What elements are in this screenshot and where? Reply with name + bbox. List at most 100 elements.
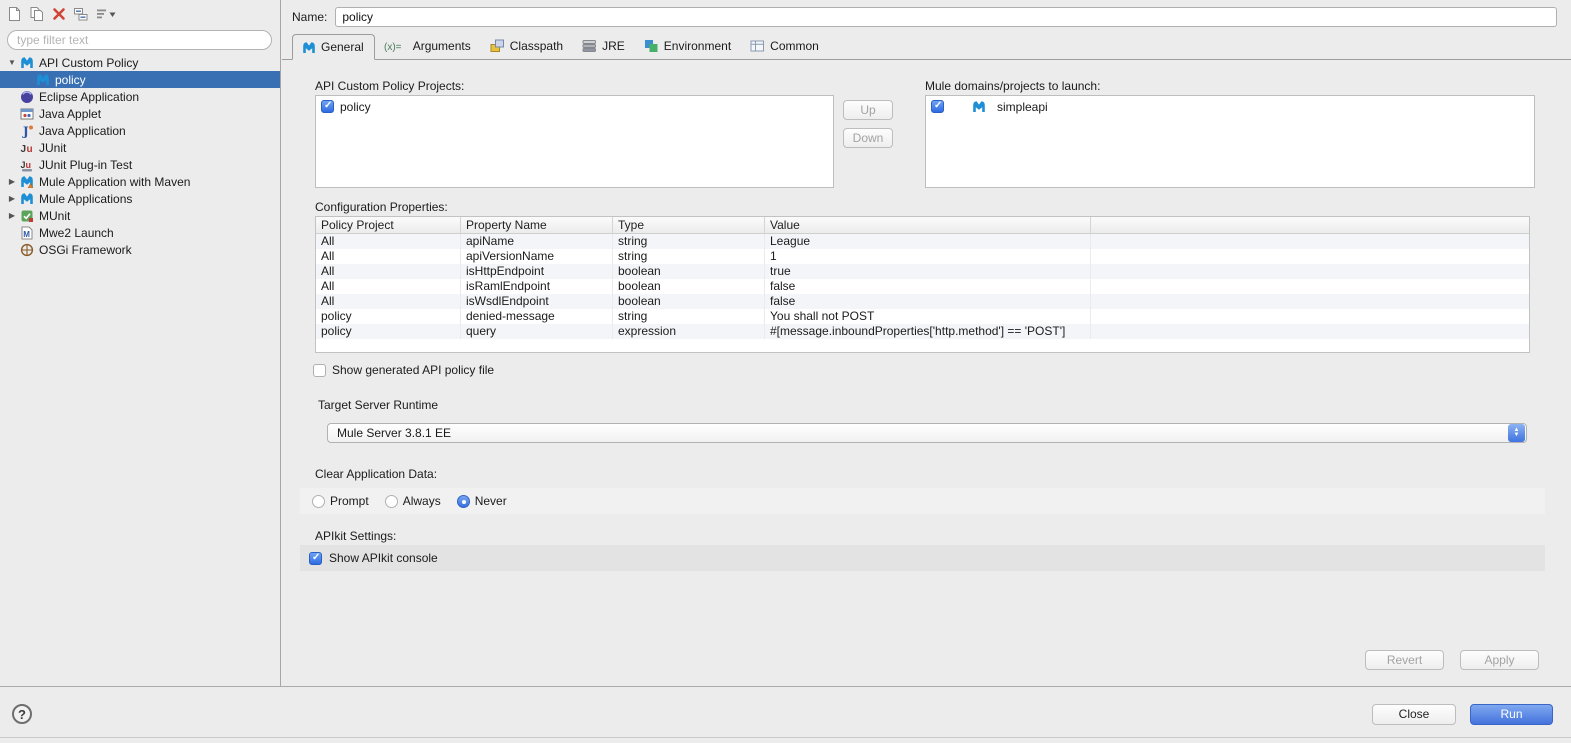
mule-domains-list: simpleapi	[925, 95, 1535, 188]
new-config-icon[interactable]	[7, 6, 22, 22]
table-cell: expression	[613, 324, 765, 339]
munit-icon	[18, 208, 35, 223]
table-cell: denied-message	[461, 309, 613, 324]
duplicate-icon[interactable]	[29, 6, 45, 22]
mule-icon	[18, 191, 35, 206]
disclosure-triangle[interactable]: ▶	[6, 194, 18, 203]
tab-label: JRE	[602, 39, 625, 53]
disclosure-triangle[interactable]: ▼	[6, 58, 18, 67]
table-cell: string	[613, 249, 765, 264]
table-cell: You shall not POST	[765, 309, 1091, 324]
tree-item-junit-plug-in-test[interactable]: Ju JUnit Plug-in Test	[0, 156, 280, 173]
column-header-policy-project[interactable]: Policy Project	[316, 217, 461, 233]
tab-classpath[interactable]: Classpath	[481, 33, 573, 59]
run-configurations-window: ▼ API Custom Policy policy Eclipse Applicat…	[0, 0, 1571, 743]
tree-item-osgi-framework[interactable]: OSGi Framework	[0, 241, 280, 258]
help-button[interactable]: ?	[12, 704, 32, 724]
filter-input[interactable]	[7, 30, 272, 50]
table-cell: #[message.inboundProperties['http.method…	[765, 324, 1091, 339]
tree-item-munit[interactable]: ▶ MUnit	[0, 207, 280, 224]
table-cell: apiVersionName	[461, 249, 613, 264]
apply-button[interactable]: Apply	[1460, 650, 1539, 670]
up-button[interactable]: Up	[843, 100, 893, 120]
apikit-console-checkbox[interactable]	[309, 551, 322, 565]
tree-item-java-application[interactable]: J Java Application	[0, 122, 280, 139]
tree-item-label: Mule Application with Maven	[39, 174, 191, 189]
radio-always[interactable]: Always	[384, 494, 441, 508]
tree-item-java-applet[interactable]: Java Applet	[0, 105, 280, 122]
table-row[interactable]: policy denied-message string You shall not …	[316, 309, 1529, 324]
tree-item-label: policy	[55, 72, 86, 87]
table-cell: false	[765, 279, 1091, 294]
clear-application-data-label: Clear Application Data:	[315, 467, 438, 481]
radio-prompt[interactable]: Prompt	[312, 494, 369, 508]
project-checkbox[interactable]	[321, 100, 334, 113]
osgi-icon	[18, 242, 35, 257]
footer-divider	[0, 686, 1571, 687]
tree-item-api-custom-policy[interactable]: ▼ API Custom Policy	[0, 54, 280, 71]
svg-text:M: M	[23, 230, 30, 239]
tree-item-junit[interactable]: Ju JUnit	[0, 139, 280, 156]
tree-item-label: OSGi Framework	[39, 242, 132, 257]
eclipse-icon	[18, 89, 35, 104]
column-header-type[interactable]: Type	[613, 217, 765, 233]
run-button[interactable]: Run	[1470, 704, 1553, 725]
radio-circle[interactable]	[384, 494, 398, 508]
radio-circle[interactable]	[456, 494, 470, 508]
tab-label: General	[321, 40, 364, 54]
tab-label: Classpath	[509, 39, 564, 53]
tree-item-mwe2-launch[interactable]: M Mwe2 Launch	[0, 224, 280, 241]
arguments-icon: (x)=	[384, 40, 408, 52]
tree-item-label: JUnit	[39, 140, 67, 155]
tab-label: Arguments	[412, 39, 471, 53]
domain-label: simpleapi	[997, 99, 1048, 114]
dropdown-stepper-icon: ▲ ▼	[1508, 424, 1525, 442]
close-button[interactable]: Close	[1372, 704, 1456, 725]
radio-never[interactable]: Never	[456, 494, 507, 508]
tree-item-mule-applications[interactable]: ▶ Mule Applications	[0, 190, 280, 207]
table-row[interactable]: All isHttpEndpoint boolean true	[316, 264, 1529, 279]
domain-item-simpleapi[interactable]: simpleapi	[926, 96, 1534, 117]
filter-menu-icon[interactable]	[96, 7, 118, 21]
table-row[interactable]: policy query expression #[message.inboundPr…	[316, 324, 1529, 339]
show-generated-policy-checkbox-row[interactable]: Show generated API policy file	[313, 363, 494, 377]
show-generated-checkbox[interactable]	[313, 363, 326, 377]
classpath-icon	[490, 39, 505, 53]
table-cell: string	[613, 309, 765, 324]
tab-environment[interactable]: Environment	[635, 33, 741, 59]
disclosure-triangle[interactable]: ▶	[6, 177, 18, 186]
tree-item-policy[interactable]: policy	[0, 71, 280, 88]
tab-arguments[interactable]: (x)= Arguments	[375, 33, 481, 59]
table-cell-filler	[1091, 264, 1529, 279]
tree-item-mule-application-with-maven[interactable]: ▶ Mule Application with Maven	[0, 173, 280, 190]
junit-icon: Ju	[18, 140, 35, 155]
column-header-value[interactable]: Value	[765, 217, 1091, 233]
tree-item-eclipse-application[interactable]: Eclipse Application	[0, 88, 280, 105]
tab-jre[interactable]: JRE	[573, 33, 635, 59]
target-server-dropdown[interactable]: Mule Server 3.8.1 EE ▲ ▼	[327, 423, 1527, 443]
delete-icon[interactable]	[52, 7, 66, 21]
name-input[interactable]	[335, 7, 1557, 27]
project-item-policy[interactable]: policy	[316, 96, 833, 117]
column-header-property-name[interactable]: Property Name	[461, 217, 613, 233]
table-cell: string	[613, 234, 765, 249]
table-cell: All	[316, 234, 461, 249]
table-row[interactable]: All apiVersionName string 1	[316, 249, 1529, 264]
domains-section-label: Mule domains/projects to launch:	[925, 79, 1101, 93]
table-cell: isWsdlEndpoint	[461, 294, 613, 309]
down-button[interactable]: Down	[843, 128, 893, 148]
apikit-console-checkbox-row[interactable]: Show APIkit console	[300, 545, 1545, 571]
tab-general[interactable]: General	[292, 34, 375, 60]
table-row[interactable]: All apiName string League	[316, 234, 1529, 249]
disclosure-triangle[interactable]: ▶	[6, 211, 18, 220]
table-row[interactable]: All isRamlEndpoint boolean false	[316, 279, 1529, 294]
revert-button[interactable]: Revert	[1365, 650, 1444, 670]
collapse-all-icon[interactable]	[73, 6, 89, 22]
tab-label: Common	[770, 39, 819, 53]
tree-item-label: Mwe2 Launch	[39, 225, 114, 240]
table-cell: boolean	[613, 294, 765, 309]
radio-circle[interactable]	[312, 494, 325, 508]
tab-common[interactable]: Common	[741, 33, 829, 59]
domain-checkbox[interactable]	[931, 100, 944, 113]
table-row[interactable]: All isWsdlEndpoint boolean false	[316, 294, 1529, 309]
